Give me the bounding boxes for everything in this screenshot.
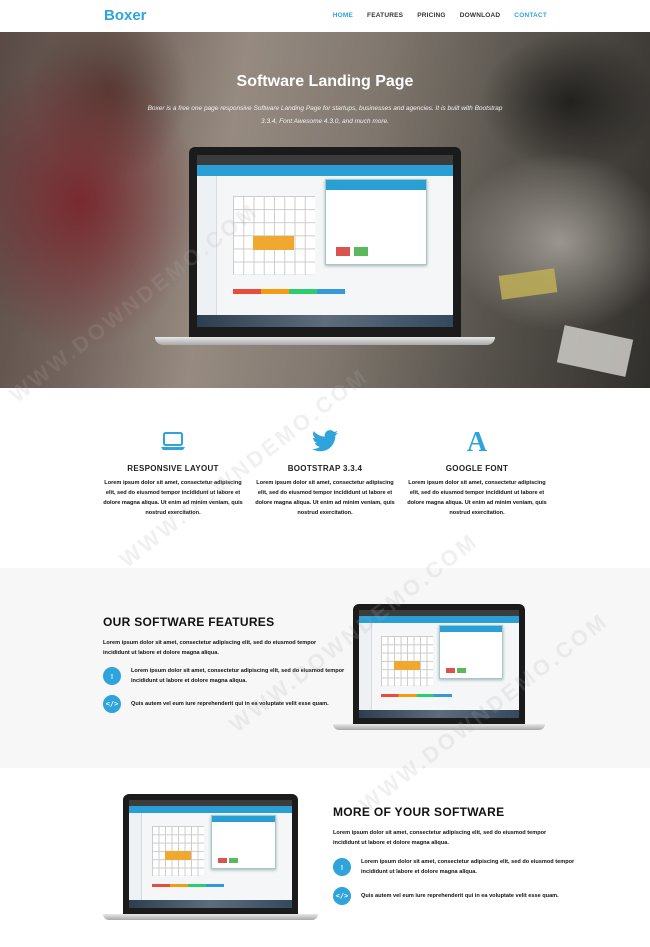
software-features-section: OUR SOFTWARE FEATURES Lorem ipsum dolor … bbox=[0, 568, 650, 768]
top-navbar: Boxer HOME FEATURES PRICING DOWNLOAD CON… bbox=[0, 0, 650, 32]
feature-responsive: RESPONSIVE LAYOUT Lorem ipsum dolor sit … bbox=[103, 428, 243, 518]
features-section: RESPONSIVE LAYOUT Lorem ipsum dolor sit … bbox=[0, 388, 650, 568]
feature-google-font: A GOOGLE FONT Lorem ipsum dolor sit amet… bbox=[407, 428, 547, 518]
hero-section: Software Landing Page Boxer is a free on… bbox=[0, 32, 650, 388]
mobile-icon: ▯ bbox=[333, 858, 351, 876]
section-title: MORE OF YOUR SOFTWARE bbox=[333, 805, 505, 819]
code-icon: </> bbox=[333, 887, 351, 905]
twitter-icon bbox=[255, 428, 395, 454]
bullet-text: Lorem ipsum dolor sit amet, consectetur … bbox=[131, 668, 345, 684]
feature-bullet: ▯ Lorem ipsum dolor sit amet, consectetu… bbox=[103, 666, 363, 686]
bullet-text: Quis autem vel eum iure reprehenderit qu… bbox=[131, 701, 329, 707]
more-laptop-image bbox=[103, 794, 318, 924]
nav-pricing[interactable]: PRICING bbox=[417, 12, 446, 19]
nav-menu: HOME FEATURES PRICING DOWNLOAD CONTACT bbox=[333, 12, 547, 19]
mobile-icon: ▯ bbox=[103, 667, 121, 685]
hero-title: Software Landing Page bbox=[236, 73, 414, 90]
feature-title: BOOTSTRAP 3.3.4 bbox=[287, 464, 363, 473]
hero-laptop-image bbox=[155, 147, 495, 347]
feature-title: RESPONSIVE LAYOUT bbox=[127, 464, 219, 473]
more-software-section: MORE OF YOUR SOFTWARE Lorem ipsum dolor … bbox=[0, 768, 650, 947]
nav-home[interactable]: HOME bbox=[333, 12, 353, 19]
font-icon: A bbox=[407, 428, 547, 454]
feature-text: Lorem ipsum dolor sit amet, consectetur … bbox=[255, 480, 395, 516]
feature-bullet: ▯ Lorem ipsum dolor sit amet, consectetu… bbox=[333, 857, 593, 877]
nav-contact[interactable]: CONTACT bbox=[514, 12, 547, 19]
feature-text: Lorem ipsum dolor sit amet, consectetur … bbox=[407, 480, 547, 516]
section-title: OUR SOFTWARE FEATURES bbox=[103, 615, 275, 629]
software-laptop-image bbox=[333, 604, 545, 734]
feature-bullet: </> Quis autem vel eum iure reprehenderi… bbox=[333, 887, 593, 905]
bullet-text: Lorem ipsum dolor sit amet, consectetur … bbox=[361, 859, 575, 875]
svg-text:A: A bbox=[467, 428, 488, 454]
feature-text: Lorem ipsum dolor sit amet, consectetur … bbox=[103, 480, 243, 516]
feature-title: GOOGLE FONT bbox=[445, 464, 509, 473]
bullet-text: Quis autem vel eum iure reprehenderit qu… bbox=[361, 893, 559, 899]
section-intro: Lorem ipsum dolor sit amet, consectetur … bbox=[103, 640, 317, 656]
feature-bullet: </> Quis autem vel eum iure reprehenderi… bbox=[103, 695, 363, 713]
nav-download[interactable]: DOWNLOAD bbox=[460, 12, 501, 19]
nav-features[interactable]: FEATURES bbox=[367, 12, 403, 19]
feature-bootstrap: BOOTSTRAP 3.3.4 Lorem ipsum dolor sit am… bbox=[255, 428, 395, 518]
logo[interactable]: Boxer bbox=[104, 7, 147, 24]
section-intro: Lorem ipsum dolor sit amet, consectetur … bbox=[333, 830, 547, 846]
laptop-icon bbox=[103, 428, 243, 454]
code-icon: </> bbox=[103, 695, 121, 713]
hero-description: Boxer is a free one page responsive Soft… bbox=[147, 105, 503, 125]
